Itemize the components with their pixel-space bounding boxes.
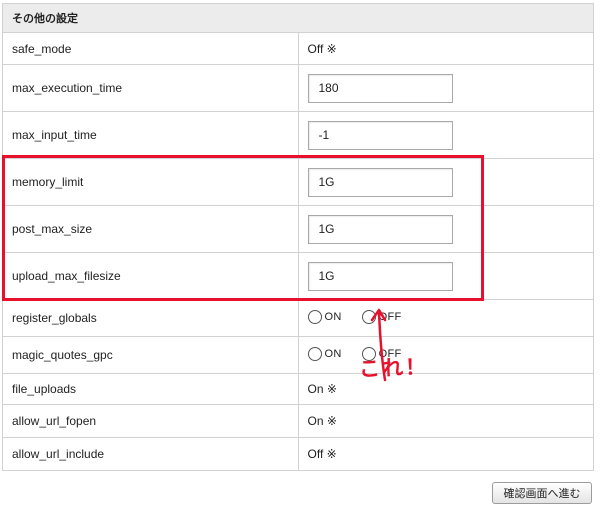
section-header: その他の設定 <box>2 3 594 33</box>
other-settings-table: その他の設定 safe_modeOff ※max_execution_timem… <box>2 3 594 471</box>
radio-label: ON <box>324 310 342 323</box>
setting-name: post_max_size <box>2 205 299 253</box>
setting-value-cell <box>297 111 594 159</box>
setting-row-file-uploads: file_uploads On ※ <box>2 373 594 405</box>
setting-value: Off ※ <box>307 41 337 56</box>
setting-row-register-globals: register_globals ON OFF <box>2 299 594 337</box>
radio-circle-icon[interactable] <box>361 309 376 324</box>
setting-row-max-execution-time: max_execution_time <box>2 64 594 112</box>
max-execution-time-input[interactable] <box>307 73 453 103</box>
setting-value-cell <box>297 205 594 253</box>
setting-row-memory-limit: memory_limit <box>2 158 594 206</box>
setting-value-cell: ON OFF <box>297 336 594 374</box>
setting-value-cell: On ※ <box>297 373 594 405</box>
setting-name: file_uploads <box>2 373 299 405</box>
setting-name: allow_url_include <box>2 437 299 471</box>
register-globals-radio-group: ON OFF <box>307 309 422 324</box>
setting-row-post-max-size: post_max_size <box>2 205 594 253</box>
setting-value-cell: ON OFF <box>297 299 594 337</box>
post-max-size-input[interactable] <box>307 214 453 244</box>
confirm-button[interactable]: 確認画面へ進む <box>492 482 592 504</box>
radio-on[interactable]: ON <box>307 309 342 324</box>
radio-label: ON <box>324 347 342 360</box>
setting-name: allow_url_fopen <box>2 404 299 438</box>
setting-value: On ※ <box>307 382 337 396</box>
setting-row-allow-url-include: allow_url_include Off ※ <box>2 437 594 471</box>
setting-row-upload-max-filesize: upload_max_filesize <box>2 252 594 300</box>
radio-on[interactable]: ON <box>307 346 342 361</box>
setting-value-cell: On ※ <box>297 404 594 438</box>
setting-name: safe_mode <box>2 32 299 65</box>
memory-limit-input[interactable] <box>307 167 453 197</box>
setting-value-cell: Off ※ <box>297 437 594 471</box>
setting-row-max-input-time: max_input_time <box>2 111 594 159</box>
max-input-time-input[interactable] <box>307 120 453 150</box>
setting-value-cell <box>297 252 594 300</box>
setting-name: max_execution_time <box>2 64 299 112</box>
setting-value: Off ※ <box>307 447 337 461</box>
radio-off[interactable]: OFF <box>361 309 402 324</box>
radio-circle-icon[interactable] <box>307 309 322 324</box>
radio-label: OFF <box>378 310 402 323</box>
setting-value-cell <box>297 64 594 112</box>
setting-name: magic_quotes_gpc <box>2 336 299 374</box>
upload-max-filesize-input[interactable] <box>307 261 453 291</box>
setting-name: memory_limit <box>2 158 299 206</box>
setting-value-cell <box>297 158 594 206</box>
radio-circle-icon[interactable] <box>307 346 322 361</box>
setting-value: On ※ <box>307 414 337 428</box>
setting-name: register_globals <box>2 299 299 337</box>
setting-row-magic-quotes-gpc: magic_quotes_gpc ON OFF <box>2 336 594 374</box>
setting-name: max_input_time <box>2 111 299 159</box>
setting-row-allow-url-fopen: allow_url_fopen On ※ <box>2 404 594 438</box>
setting-name: upload_max_filesize <box>2 252 299 300</box>
annotation-label: これ！ <box>358 354 429 382</box>
settings-page: その他の設定 safe_modeOff ※max_execution_timem… <box>0 0 600 508</box>
setting-row-safe-mode: safe_mode Off ※ <box>2 32 594 65</box>
setting-value-cell: Off ※ <box>297 32 594 65</box>
